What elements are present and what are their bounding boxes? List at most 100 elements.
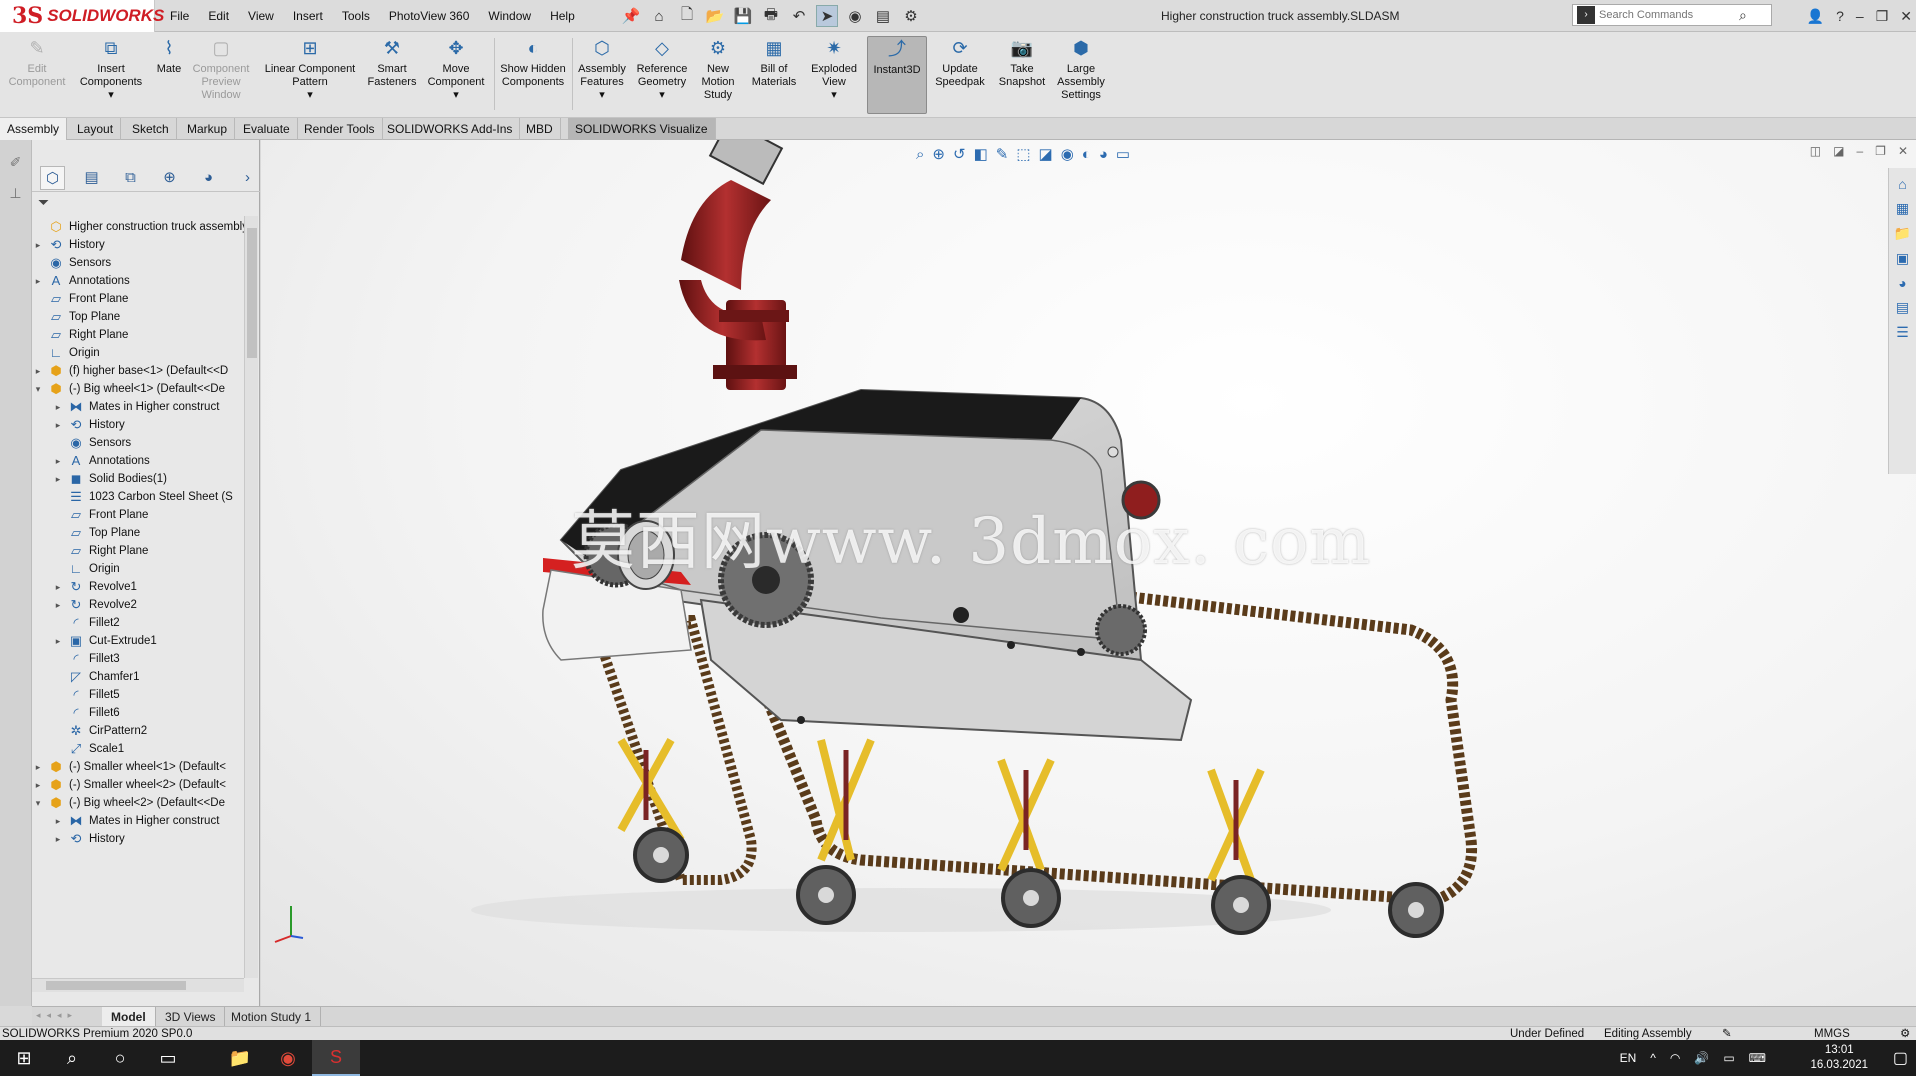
customize-icon[interactable]: ⚙ (1900, 1027, 1910, 1041)
tree-vertical-scrollbar[interactable] (244, 216, 258, 978)
bill-of-materials-button[interactable]: ▦ Bill of Materials (746, 36, 802, 114)
minimize-icon[interactable]: – (1856, 8, 1864, 24)
expand-arrow-icon[interactable]: ▸ (52, 600, 64, 611)
close-icon[interactable]: ✕ (1898, 144, 1908, 158)
chrome-icon[interactable]: ◉ (264, 1040, 312, 1076)
tab-mbd[interactable]: MBD (519, 118, 561, 140)
large-assembly-settings-button[interactable]: ⬢ Large Assembly Settings (1054, 36, 1108, 114)
dropdown-arrow-icon[interactable]: ▾ (659, 89, 665, 102)
instant3d-button[interactable]: ⤴ Instant3D (867, 36, 927, 114)
menu-file[interactable]: File (170, 9, 189, 23)
expand-arrow-icon[interactable]: ▸ (52, 456, 64, 467)
new-motion-study-button[interactable]: ⚙ New Motion Study (696, 36, 740, 114)
undo-icon[interactable]: ↶ (788, 5, 810, 27)
task-view-icon[interactable]: ▭ (144, 1040, 192, 1076)
mate-button[interactable]: ⌇ Mate (152, 36, 186, 114)
dropdown-arrow-icon[interactable]: ▾ (831, 89, 837, 102)
tab-markup[interactable]: Markup (180, 118, 236, 140)
filter-icon[interactable]: ⏷ (38, 194, 49, 211)
dimxpert-icon[interactable]: ⊕ (157, 166, 182, 190)
tab-model[interactable]: Model (102, 1007, 156, 1027)
home-icon[interactable]: ⌂ (648, 5, 670, 27)
graphics-area[interactable]: ⌕ ⊕ ↺ ◧ ✎ ⬚ ◪ ◉ ◐ ◕ ▭ ◫ ◪ – ❐ ✕ 莫西网www. … (261, 140, 1916, 1006)
scroll-thumb[interactable] (46, 981, 186, 990)
scroll-thumb[interactable] (247, 228, 257, 358)
expand-arrow-icon[interactable]: ▸ (52, 420, 64, 431)
search-commands[interactable]: › ⌕ (1572, 4, 1772, 26)
dropdown-arrow-icon[interactable]: ▾ (453, 89, 459, 102)
tab-render-tools[interactable]: Render Tools (297, 118, 383, 140)
home-resources-icon[interactable]: ⌂ (1889, 176, 1916, 192)
update-speedpak-button[interactable]: ⟳ Update Speedpak (932, 36, 988, 114)
rebuild-icon[interactable]: ✎ (1722, 1027, 1732, 1041)
tab-motion-study[interactable]: Motion Study 1 (222, 1007, 322, 1027)
feature-tree-icon[interactable]: ⬡ (40, 165, 66, 190)
tab-layout[interactable]: Layout (70, 118, 122, 140)
taskbar-clock[interactable]: 13:01 16.03.2021 (1810, 1043, 1868, 1073)
network-icon[interactable]: ◠ (1670, 1051, 1680, 1065)
appearances-icon[interactable]: ◕ (1889, 275, 1916, 291)
dropdown-arrow-icon[interactable]: ▾ (307, 89, 313, 102)
exploded-view-button[interactable]: ✷ Exploded View ▾ (806, 36, 862, 114)
maximize-icon[interactable]: ❐ (1876, 8, 1889, 25)
dropdown-arrow-icon[interactable]: ▾ (599, 89, 605, 102)
smart-dimension-icon[interactable]: ⊥ (0, 185, 31, 202)
expand-arrow-icon[interactable]: ▸ (32, 780, 44, 791)
traffic-light-icon[interactable]: ◉ (844, 5, 866, 27)
menu-photoview[interactable]: PhotoView 360 (389, 9, 470, 23)
search-icon[interactable]: ⌕ (48, 1040, 96, 1076)
design-library-icon[interactable]: ▦ (1889, 200, 1916, 217)
file-properties-icon[interactable]: ▤ (872, 5, 894, 27)
open-folder-icon[interactable]: 📂 (704, 5, 726, 27)
user-icon[interactable]: 👤 (1807, 8, 1824, 25)
linear-pattern-button[interactable]: ⊞ Linear Component Pattern ▾ (258, 36, 362, 114)
expand-arrow-icon[interactable]: ▸ (52, 636, 64, 647)
sketch-icon[interactable]: ✐ (0, 154, 31, 171)
menu-view[interactable]: View (248, 9, 274, 23)
tab-solidworks-addins[interactable]: SOLIDWORKS Add-Ins (380, 118, 521, 140)
menu-insert[interactable]: Insert (293, 9, 323, 23)
tab-sketch[interactable]: Sketch (125, 118, 177, 140)
tab-solidworks-visualize[interactable]: SOLIDWORKS Visualize (568, 118, 716, 140)
solidworks-logo[interactable]: 3S SOLIDWORKS (0, 0, 164, 32)
expand-arrow-icon[interactable]: ▸ (32, 276, 44, 287)
assembly-features-button[interactable]: ⬡ Assembly Features ▾ (574, 36, 630, 114)
options-gear-icon[interactable]: ⚙ (900, 5, 922, 27)
menu-help[interactable]: Help (550, 9, 575, 23)
expand-arrow-icon[interactable]: ▸ (52, 816, 64, 827)
dropdown-arrow-icon[interactable]: ▾ (108, 89, 114, 102)
collapse-arrow-icon[interactable]: ▾ (32, 384, 44, 395)
unit-system[interactable]: MMGS (1814, 1027, 1850, 1041)
chevron-right-icon[interactable]: › (235, 166, 260, 190)
expand-arrow-icon[interactable]: ▸ (52, 402, 64, 413)
expand-arrow-icon[interactable]: ▸ (32, 240, 44, 251)
save-icon[interactable]: 💾 (732, 5, 754, 27)
forum-icon[interactable]: ☰ (1889, 324, 1916, 341)
insert-components-button[interactable]: ⧉ Insert Components ▾ (76, 36, 146, 114)
print-icon[interactable]: 🖶 (760, 5, 782, 27)
file-explorer-icon[interactable]: 📁 (1889, 225, 1916, 242)
smart-fasteners-button[interactable]: ⚒ Smart Fasteners (364, 36, 420, 114)
expand-arrow-icon[interactable]: ▸ (32, 762, 44, 773)
display-manager-icon[interactable]: ◕ (196, 166, 221, 190)
expand-arrow-icon[interactable]: ▸ (52, 582, 64, 593)
solidworks-taskbar-icon[interactable]: S (312, 1040, 360, 1076)
show-hidden-button[interactable]: ◐ Show Hidden Components (498, 36, 568, 114)
notification-icon[interactable]: ▢ (1893, 1048, 1908, 1068)
take-snapshot-button[interactable]: 📷 Take Snapshot (994, 36, 1050, 114)
help-icon[interactable]: ? (1836, 8, 1844, 24)
edit-component-button[interactable]: ✎ Edit Component (6, 36, 68, 114)
property-manager-icon[interactable]: ▤ (79, 166, 104, 190)
collapse-arrow-icon[interactable]: ▾ (32, 798, 44, 809)
file-explorer-icon[interactable]: 📁 (216, 1040, 264, 1076)
menu-window[interactable]: Window (488, 9, 531, 23)
tab-assembly[interactable]: Assembly (0, 118, 68, 140)
configuration-manager-icon[interactable]: ⧉ (118, 166, 143, 190)
language-indicator[interactable]: EN (1620, 1051, 1637, 1065)
view-palette-icon[interactable]: ▣ (1889, 250, 1916, 267)
keyboard-icon[interactable]: ⌨ (1749, 1051, 1766, 1065)
windows-start-icon[interactable]: ⊞ (0, 1040, 48, 1076)
reference-geometry-button[interactable]: ◇ Reference Geometry ▾ (632, 36, 692, 114)
chevron-up-icon[interactable]: ^ (1650, 1051, 1656, 1065)
search-icon[interactable]: ⌕ (1739, 7, 1747, 24)
